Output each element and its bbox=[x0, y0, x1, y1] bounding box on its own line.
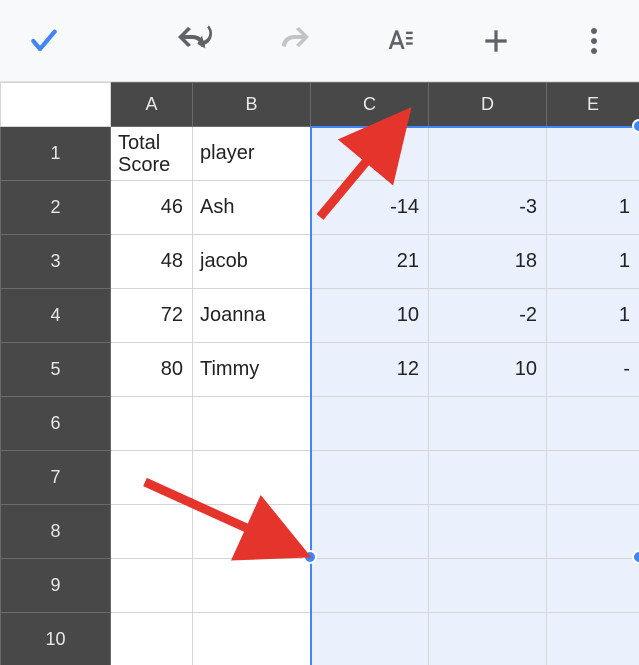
cell-B5[interactable]: Timmy bbox=[193, 343, 311, 397]
cell-A1[interactable]: Total Score bbox=[111, 127, 193, 181]
cell-E1[interactable] bbox=[547, 127, 639, 181]
row-header-8[interactable]: 8 bbox=[1, 505, 111, 559]
column-header-A[interactable]: A bbox=[111, 83, 193, 127]
confirm-button[interactable] bbox=[20, 17, 68, 65]
spreadsheet[interactable]: A B C D E 1 Total Score player 2 46 Ash … bbox=[0, 82, 639, 665]
cell-B6[interactable] bbox=[193, 397, 311, 451]
row-3: 3 48 jacob 21 18 1 bbox=[1, 235, 639, 289]
row-4: 4 72 Joanna 10 -2 1 bbox=[1, 289, 639, 343]
cell-E8[interactable] bbox=[547, 505, 639, 559]
cell-E4[interactable]: 1 bbox=[547, 289, 639, 343]
cell-C6[interactable] bbox=[311, 397, 429, 451]
cell-B10[interactable] bbox=[193, 613, 311, 665]
cell-C1[interactable] bbox=[311, 127, 429, 181]
cell-C10[interactable] bbox=[311, 613, 429, 665]
cell-C7[interactable] bbox=[311, 451, 429, 505]
cell-E6[interactable] bbox=[547, 397, 639, 451]
cell-E2[interactable]: 1 bbox=[547, 181, 639, 235]
cell-A2[interactable]: 46 bbox=[111, 181, 193, 235]
cell-C2[interactable]: -14 bbox=[311, 181, 429, 235]
cell-C5[interactable]: 12 bbox=[311, 343, 429, 397]
column-header-row: A B C D E bbox=[1, 83, 639, 127]
cell-E5[interactable]: - bbox=[547, 343, 639, 397]
row-header-3[interactable]: 3 bbox=[1, 235, 111, 289]
cell-C3[interactable]: 21 bbox=[311, 235, 429, 289]
cell-E3[interactable]: 1 bbox=[547, 235, 639, 289]
cell-B8[interactable] bbox=[193, 505, 311, 559]
cell-D3[interactable]: 18 bbox=[429, 235, 547, 289]
cell-D1[interactable] bbox=[429, 127, 547, 181]
cell-D6[interactable] bbox=[429, 397, 547, 451]
cell-E9[interactable] bbox=[547, 559, 639, 613]
redo-icon bbox=[272, 24, 312, 58]
cell-D2[interactable]: -3 bbox=[429, 181, 547, 235]
cell-B4[interactable]: Joanna bbox=[193, 289, 311, 343]
row-8: 8 bbox=[1, 505, 639, 559]
cell-C8[interactable] bbox=[311, 505, 429, 559]
undo-icon bbox=[175, 24, 215, 58]
row-header-10[interactable]: 10 bbox=[1, 613, 111, 665]
corner-cell[interactable] bbox=[1, 83, 111, 127]
row-7: 7 bbox=[1, 451, 639, 505]
cell-B3[interactable]: jacob bbox=[193, 235, 311, 289]
cell-B2[interactable]: Ash bbox=[193, 181, 311, 235]
cell-E7[interactable] bbox=[547, 451, 639, 505]
add-button[interactable] bbox=[472, 17, 520, 65]
toolbar bbox=[0, 0, 639, 82]
row-header-6[interactable]: 6 bbox=[1, 397, 111, 451]
cell-A10[interactable] bbox=[111, 613, 193, 665]
cell-B1[interactable]: player bbox=[193, 127, 311, 181]
row-10: 10 bbox=[1, 613, 639, 665]
column-header-B[interactable]: B bbox=[193, 83, 311, 127]
row-1: 1 Total Score player bbox=[1, 127, 639, 181]
cell-E10[interactable] bbox=[547, 613, 639, 665]
column-header-C[interactable]: C bbox=[311, 83, 429, 127]
cell-D9[interactable] bbox=[429, 559, 547, 613]
cell-D7[interactable] bbox=[429, 451, 547, 505]
cell-A6[interactable] bbox=[111, 397, 193, 451]
more-button[interactable] bbox=[570, 17, 618, 65]
cell-C4[interactable]: 10 bbox=[311, 289, 429, 343]
row-2: 2 46 Ash -14 -3 1 bbox=[1, 181, 639, 235]
row-9: 9 bbox=[1, 559, 639, 613]
column-header-D[interactable]: D bbox=[429, 83, 547, 127]
row-header-1[interactable]: 1 bbox=[1, 127, 111, 181]
cell-D8[interactable] bbox=[429, 505, 547, 559]
cell-A3[interactable]: 48 bbox=[111, 235, 193, 289]
cell-D4[interactable]: -2 bbox=[429, 289, 547, 343]
cell-D5[interactable]: 10 bbox=[429, 343, 547, 397]
cell-B7[interactable] bbox=[193, 451, 311, 505]
cell-A8[interactable] bbox=[111, 505, 193, 559]
cell-D10[interactable] bbox=[429, 613, 547, 665]
cell-B9[interactable] bbox=[193, 559, 311, 613]
text-format-button[interactable] bbox=[374, 17, 422, 65]
cell-C9[interactable] bbox=[311, 559, 429, 613]
row-header-7[interactable]: 7 bbox=[1, 451, 111, 505]
cell-A9[interactable] bbox=[111, 559, 193, 613]
cell-A4[interactable]: 72 bbox=[111, 289, 193, 343]
selection-handle-bottom-left[interactable] bbox=[303, 550, 317, 564]
row-header-9[interactable]: 9 bbox=[1, 559, 111, 613]
selection-handle-bottom-right[interactable] bbox=[632, 550, 639, 564]
selection-handle-top-right[interactable] bbox=[632, 119, 639, 133]
row-header-4[interactable]: 4 bbox=[1, 289, 111, 343]
column-header-E[interactable]: E bbox=[547, 83, 639, 127]
row-5: 5 80 Timmy 12 10 - bbox=[1, 343, 639, 397]
row-header-5[interactable]: 5 bbox=[1, 343, 111, 397]
cell-A7[interactable] bbox=[111, 451, 193, 505]
row-header-2[interactable]: 2 bbox=[1, 181, 111, 235]
cell-A5[interactable]: 80 bbox=[111, 343, 193, 397]
row-6: 6 bbox=[1, 397, 639, 451]
